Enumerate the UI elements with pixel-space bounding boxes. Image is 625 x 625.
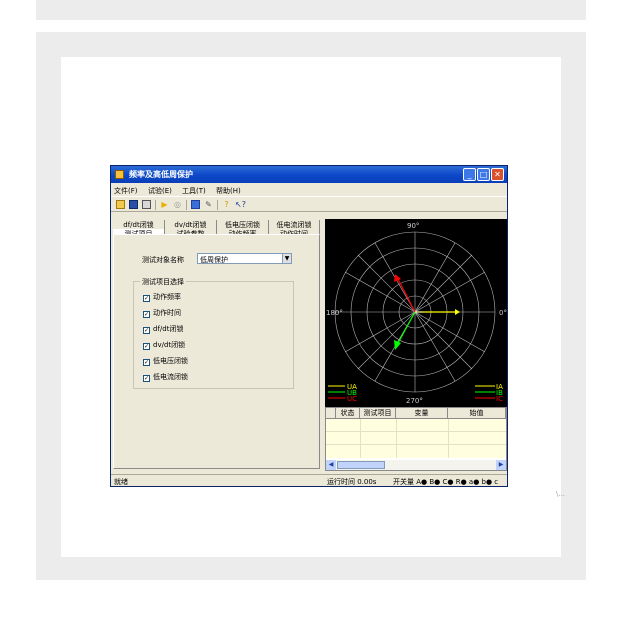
table-row-divider bbox=[326, 431, 506, 432]
table-header: 状态 测试项目 变量 始值 bbox=[326, 408, 506, 419]
vector-diagram-svg: 90° 270° 180° 0° UA UB UC IA IB IC bbox=[326, 222, 507, 405]
scroll-right-icon[interactable]: ▶ bbox=[496, 460, 506, 470]
checkbox-checked-icon[interactable]: ✓ bbox=[143, 311, 150, 318]
group-title: 测试项目选择 bbox=[140, 277, 186, 287]
status-ready: 就绪 bbox=[114, 478, 128, 486]
menu-test[interactable]: 试验(E) bbox=[148, 186, 172, 196]
column-header-state[interactable]: 状态 bbox=[336, 408, 360, 419]
legend-ic: IC bbox=[496, 395, 503, 403]
menu-help[interactable]: 帮助(H) bbox=[216, 186, 241, 196]
context-help-icon[interactable]: ↖? bbox=[235, 200, 246, 209]
save-icon[interactable] bbox=[129, 200, 138, 209]
table-row-divider bbox=[326, 444, 506, 445]
label-0: 0° bbox=[499, 309, 507, 317]
title-bar[interactable]: 频率及高低周保护 _ □ ✕ bbox=[111, 166, 507, 183]
legend-uc: UC bbox=[347, 395, 357, 403]
check-dvdt-lock[interactable]: ✓ dv/dt闭锁 bbox=[143, 340, 185, 350]
check-undervoltage-lock[interactable]: ✓ 低电压闭锁 bbox=[143, 356, 188, 366]
window-title: 频率及高低周保护 bbox=[129, 170, 193, 179]
check-action-frequency[interactable]: ✓ 动作频率 bbox=[143, 292, 181, 302]
legend-voltage: UA UB UC bbox=[328, 383, 357, 403]
object-name-select[interactable]: 低周保护 ▼ bbox=[197, 253, 292, 264]
label-270: 270° bbox=[406, 397, 423, 405]
toolbar-separator bbox=[186, 200, 187, 210]
checkbox-checked-icon[interactable]: ✓ bbox=[143, 375, 150, 382]
arrowhead-ua bbox=[455, 309, 460, 315]
status-switch: 开关量 A● B● C● R● a● b● c bbox=[393, 478, 499, 486]
result-table: 状态 测试项目 变量 始值 ◀ ▶ bbox=[325, 407, 507, 471]
status-bar: 就绪 运行时间 0.00s 开关量 A● B● C● R● a● b● c bbox=[111, 474, 507, 486]
print-icon[interactable] bbox=[142, 200, 151, 209]
scrollbar-thumb[interactable] bbox=[337, 461, 385, 469]
checkbox-checked-icon[interactable]: ✓ bbox=[143, 343, 150, 350]
test-item-group: 测试项目选择 ✓ 动作频率 ✓ 动作时间 ✓ df/dt闭锁 ✓ dv/dt闭锁 ✓ 低电… bbox=[133, 277, 294, 389]
legend-current: IA IB IC bbox=[475, 383, 503, 403]
arrowhead-ub bbox=[394, 340, 401, 350]
table-body[interactable] bbox=[326, 419, 506, 458]
corner-mark: \... bbox=[556, 490, 566, 498]
check-undercurrent-lock[interactable]: ✓ 低电流闭锁 bbox=[143, 372, 188, 382]
checkbox-checked-icon[interactable]: ✓ bbox=[143, 295, 150, 302]
table-column-divider bbox=[396, 419, 397, 458]
column-header-test-item[interactable]: 测试项目 bbox=[360, 408, 396, 419]
check-dfdt-lock[interactable]: ✓ df/dt闭锁 bbox=[143, 324, 183, 334]
app-window: 频率及高低周保护 _ □ ✕ 文件(F) 试验(E) 工具(T) 帮助(H) ▶… bbox=[110, 165, 508, 487]
top-band bbox=[36, 0, 586, 20]
toolbar-separator bbox=[217, 200, 218, 210]
vector-diagram: 90° 270° 180° 0° UA UB UC IA IB IC bbox=[325, 219, 507, 407]
maximize-button[interactable]: □ bbox=[477, 168, 490, 181]
column-header-start-value[interactable]: 始值 bbox=[448, 408, 506, 419]
checkbox-checked-icon[interactable]: ✓ bbox=[143, 359, 150, 366]
menu-bar: 文件(F) 试验(E) 工具(T) 帮助(H) bbox=[111, 184, 507, 196]
arrowhead-uc bbox=[394, 274, 401, 282]
toolbar-separator bbox=[155, 200, 156, 210]
table-column-divider bbox=[448, 419, 449, 458]
table-column-divider bbox=[360, 419, 361, 458]
object-name-label: 测试对象名称 bbox=[142, 256, 184, 264]
column-header-variable[interactable]: 变量 bbox=[396, 408, 448, 419]
scroll-left-icon[interactable]: ◀ bbox=[326, 460, 336, 470]
label-180: 180° bbox=[326, 309, 343, 317]
label-90: 90° bbox=[407, 222, 419, 230]
stop-icon[interactable]: ◎ bbox=[173, 200, 182, 209]
horizontal-scrollbar[interactable]: ◀ ▶ bbox=[326, 460, 506, 470]
help-icon[interactable]: ? bbox=[222, 200, 231, 209]
check-action-time[interactable]: ✓ 动作时间 bbox=[143, 308, 181, 318]
play-icon[interactable]: ▶ bbox=[160, 200, 169, 209]
menu-tools[interactable]: 工具(T) bbox=[182, 186, 206, 196]
tool-icon[interactable]: ✎ bbox=[204, 200, 213, 209]
chevron-down-icon[interactable]: ▼ bbox=[282, 254, 291, 263]
checkbox-checked-icon[interactable]: ✓ bbox=[143, 327, 150, 334]
app-icon bbox=[115, 170, 124, 179]
toolbar: ▶ ◎ ✎ ? ↖? bbox=[111, 196, 507, 212]
monitor-icon[interactable] bbox=[191, 200, 200, 209]
table-header-spacer bbox=[326, 408, 336, 419]
open-icon[interactable] bbox=[116, 200, 125, 209]
test-items-panel: 测试对象名称 低周保护 ▼ 测试项目选择 ✓ 动作频率 ✓ 动作时间 ✓ df/dt闭… bbox=[113, 234, 320, 469]
status-runtime: 运行时间 0.00s bbox=[327, 478, 377, 486]
object-name-value: 低周保护 bbox=[200, 256, 228, 264]
menu-file[interactable]: 文件(F) bbox=[114, 186, 138, 196]
close-button[interactable]: ✕ bbox=[491, 168, 504, 181]
minimize-button[interactable]: _ bbox=[463, 168, 476, 181]
